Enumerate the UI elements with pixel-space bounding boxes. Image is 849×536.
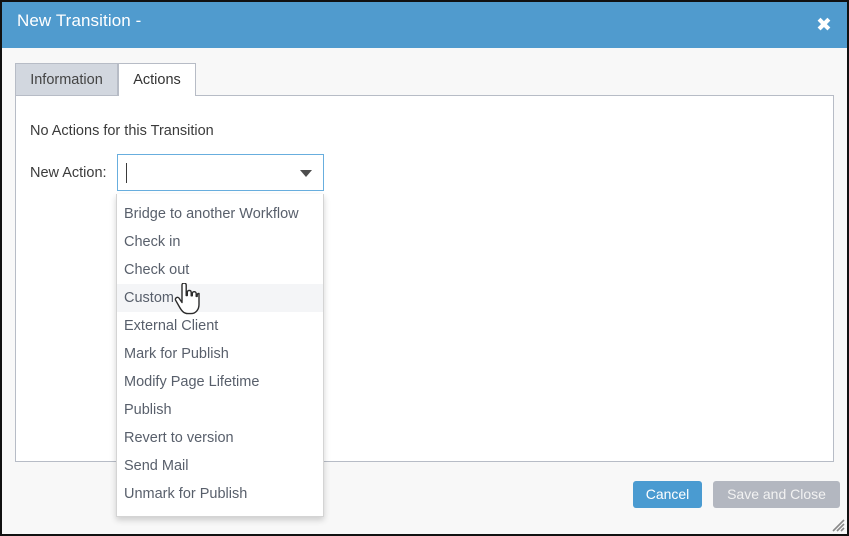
dropdown-option[interactable]: Check out bbox=[117, 256, 323, 284]
dropdown-option[interactable]: Mark for Publish bbox=[117, 340, 323, 368]
dialog-title: New Transition - bbox=[17, 11, 142, 30]
no-actions-status-text: No Actions for this Transition bbox=[30, 123, 214, 139]
close-icon[interactable]: ✖ bbox=[811, 12, 837, 38]
dialog-window: New Transition - ✖ Information Actions N… bbox=[0, 0, 849, 536]
resize-grip-icon[interactable] bbox=[830, 517, 845, 532]
text-caret bbox=[126, 163, 127, 183]
dropdown-option[interactable]: Publish bbox=[117, 396, 323, 424]
active-tab-notch bbox=[119, 95, 195, 97]
dialog-titlebar: New Transition - ✖ bbox=[2, 2, 847, 48]
cancel-button[interactable]: Cancel bbox=[633, 481, 702, 508]
save-and-close-button[interactable]: Save and Close bbox=[713, 481, 840, 508]
dropdown-option[interactable]: Bridge to another Workflow bbox=[117, 200, 323, 228]
dropdown-option[interactable]: Check in bbox=[117, 228, 323, 256]
dropdown-option[interactable]: Send Mail bbox=[117, 452, 323, 480]
dropdown-option[interactable]: Modify Page Lifetime bbox=[117, 368, 323, 396]
new-action-label: New Action: bbox=[30, 165, 107, 181]
new-action-combobox[interactable] bbox=[117, 154, 324, 191]
new-action-dropdown-list[interactable]: Bridge to another Workflow Check in Check … bbox=[116, 194, 324, 517]
tab-strip: Information Actions bbox=[2, 48, 847, 96]
dropdown-option[interactable]: Unmark for Publish bbox=[117, 480, 323, 508]
dropdown-option[interactable]: Custom bbox=[117, 284, 323, 312]
dropdown-option[interactable]: External Client bbox=[117, 312, 323, 340]
chevron-down-icon[interactable] bbox=[300, 170, 312, 177]
tab-actions[interactable]: Actions bbox=[118, 63, 196, 96]
dropdown-option[interactable]: Revert to version bbox=[117, 424, 323, 452]
tab-information[interactable]: Information bbox=[15, 63, 118, 96]
